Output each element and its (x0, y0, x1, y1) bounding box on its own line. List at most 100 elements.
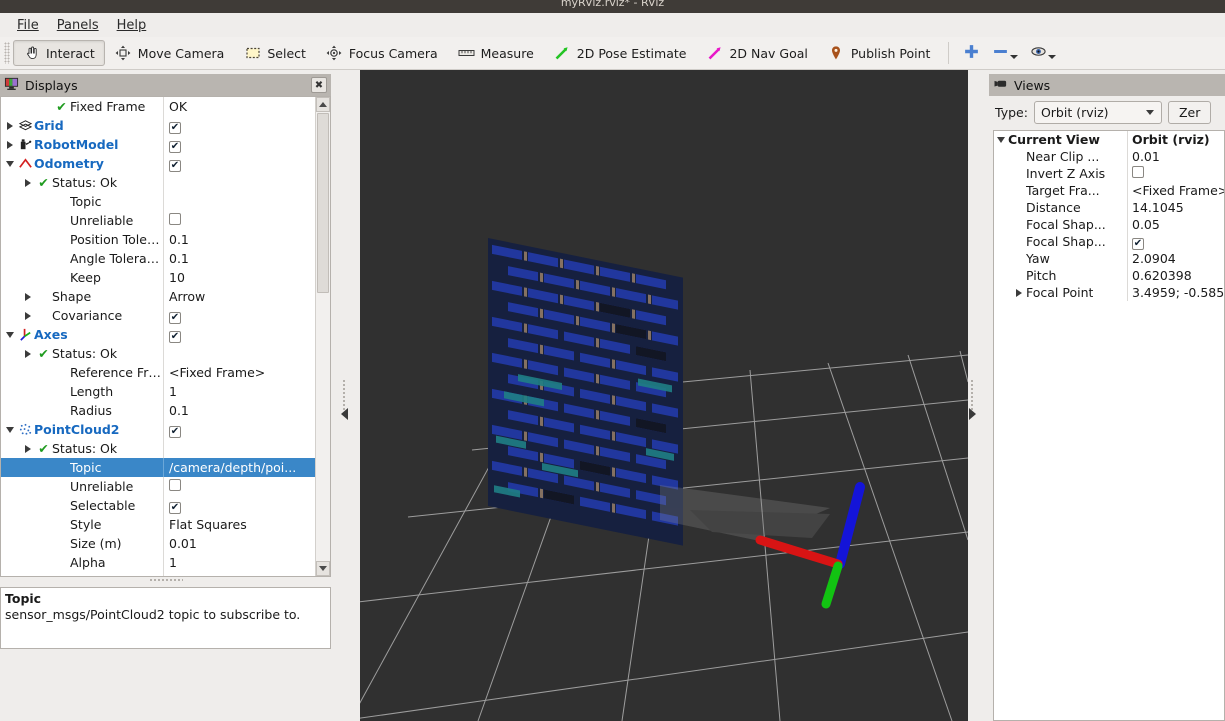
property-value[interactable]: 1 (163, 553, 315, 572)
tool-2d-nav-goal[interactable]: 2D Nav Goal (696, 40, 817, 66)
property-name-cell[interactable]: Decay Time (1, 572, 163, 576)
displays-tree-row[interactable]: Angle Tolerance 0.1 (1, 249, 315, 268)
property-value[interactable] (163, 173, 315, 192)
views-tree-row[interactable]: Target Fra... <Fixed Frame> (994, 182, 1224, 199)
property-value[interactable] (163, 496, 315, 515)
property-value[interactable]: 0.1 (163, 230, 315, 249)
twisty-right-icon[interactable] (21, 444, 35, 453)
property-value[interactable] (163, 306, 315, 325)
displays-tree-row[interactable]: ✔ Status: Ok (1, 439, 315, 458)
property-name-cell[interactable]: Unreliable (1, 477, 163, 496)
visibility-dropdown-arrow[interactable] (1048, 55, 1057, 59)
property-value[interactable]: 10 (163, 268, 315, 287)
toolbar-grip[interactable] (4, 42, 10, 64)
menu-panels[interactable]: Panels (48, 16, 108, 35)
property-value[interactable] (163, 420, 315, 439)
displays-tree-row[interactable]: Unreliable (1, 211, 315, 230)
property-value[interactable]: 0.1 (163, 249, 315, 268)
property-value[interactable]: 0.05 (1127, 216, 1224, 233)
property-name-cell[interactable]: ✔ Fixed Frame (1, 97, 163, 116)
property-name-cell[interactable]: Focal Shap... (994, 233, 1127, 250)
property-value[interactable] (163, 477, 315, 496)
checkbox-checked[interactable] (169, 141, 181, 153)
property-name-cell[interactable]: Unreliable (1, 211, 163, 230)
property-name-cell[interactable]: Keep (1, 268, 163, 287)
property-value[interactable]: 0 (163, 572, 315, 576)
twisty-down-icon[interactable] (3, 331, 17, 338)
views-tree-row[interactable]: Pitch 0.620398 (994, 267, 1224, 284)
property-value[interactable] (1127, 233, 1224, 250)
displays-tree-row[interactable]: Length 1 (1, 382, 315, 401)
property-value[interactable]: OK (163, 97, 315, 116)
displays-tree-row[interactable]: Topic (1, 192, 315, 211)
views-tree-row[interactable]: Focal Point 3.4959; -0.585 (994, 284, 1224, 301)
displays-tree-row[interactable]: Decay Time 0 (1, 572, 315, 576)
property-name-cell[interactable]: Pitch (994, 267, 1127, 284)
checkbox-checked[interactable] (169, 426, 181, 438)
scrollbar-thumb[interactable] (317, 113, 329, 293)
property-name-cell[interactable]: ✔ Status: Ok (1, 344, 163, 363)
displays-tree-row[interactable]: Grid (1, 116, 315, 135)
zero-button[interactable]: Zer (1167, 101, 1212, 124)
property-value[interactable]: /camera/depth/poi... (163, 458, 315, 477)
property-value[interactable]: 1 (163, 382, 315, 401)
twisty-down-icon[interactable] (3, 426, 17, 433)
property-value[interactable]: 0.01 (1127, 148, 1224, 165)
property-name-cell[interactable]: Odometry (1, 154, 163, 173)
tool-publish-point[interactable]: Publish Point (818, 40, 941, 66)
property-value[interactable]: <Fixed Frame> (1127, 182, 1224, 199)
twisty-right-icon[interactable] (21, 178, 35, 187)
left-splitter[interactable] (340, 70, 348, 721)
property-value[interactable]: 0.01 (163, 534, 315, 553)
property-value[interactable] (163, 116, 315, 135)
property-name-cell[interactable]: Length (1, 382, 163, 401)
view-type-select[interactable]: Orbit (rviz) (1033, 101, 1162, 124)
property-value[interactable]: <Fixed Frame> (163, 363, 315, 382)
twisty-right-icon[interactable] (21, 292, 35, 301)
twisty-down-icon[interactable] (3, 160, 17, 167)
twisty-right-icon[interactable] (3, 121, 17, 130)
property-name-cell[interactable]: Target Fra... (994, 182, 1127, 199)
property-value[interactable] (163, 439, 315, 458)
displays-tree-row[interactable]: PointCloud2 (1, 420, 315, 439)
tool-interact[interactable]: Interact (13, 40, 105, 66)
displays-tree-row[interactable]: Position Tolera... 0.1 (1, 230, 315, 249)
property-value[interactable] (163, 325, 315, 344)
tool-move-camera[interactable]: Move Camera (105, 40, 235, 66)
property-value[interactable]: 3.4959; -0.585 (1127, 284, 1224, 301)
views-tree-row[interactable]: Focal Shap... (994, 233, 1224, 250)
scroll-up-button[interactable] (316, 97, 330, 112)
checkbox-checked[interactable] (169, 160, 181, 172)
property-name-cell[interactable]: Covariance (1, 306, 163, 325)
property-name-cell[interactable]: Topic (1, 192, 163, 211)
checkbox-checked[interactable] (169, 502, 181, 514)
twisty-right-icon[interactable] (3, 140, 17, 149)
property-name-cell[interactable]: Near Clip ... (994, 148, 1127, 165)
displays-tree-row[interactable]: Style Flat Squares (1, 515, 315, 534)
displays-tree-row[interactable]: Topic/camera/depth/poi... (1, 458, 315, 477)
tool-measure[interactable]: Measure (448, 40, 544, 66)
property-name-cell[interactable]: Topic (1, 458, 163, 477)
property-value[interactable]: Flat Squares (163, 515, 315, 534)
property-value[interactable]: 14.1045 (1127, 199, 1224, 216)
twisty-right-icon[interactable] (21, 349, 35, 358)
property-name-cell[interactable]: Shape (1, 287, 163, 306)
property-name-cell[interactable]: Current View (994, 131, 1127, 148)
tool-2d-pose-estimate[interactable]: 2D Pose Estimate (544, 40, 697, 66)
property-value[interactable] (163, 192, 315, 211)
menu-help[interactable]: Help (108, 16, 156, 35)
displays-tree-row[interactable]: Reference Frame<Fixed Frame> (1, 363, 315, 382)
checkbox-unchecked[interactable] (169, 213, 181, 225)
property-name-cell[interactable]: Focal Shap... (994, 216, 1127, 233)
checkbox-checked[interactable] (1132, 238, 1144, 250)
property-name-cell[interactable]: ✔ Status: Ok (1, 439, 163, 458)
add-tool-button[interactable] (957, 43, 986, 63)
property-value[interactable] (163, 344, 315, 363)
property-value[interactable]: 0.620398 (1127, 267, 1224, 284)
property-name-cell[interactable]: RobotModel (1, 135, 163, 154)
views-tree-row[interactable]: Focal Shap... 0.05 (994, 216, 1224, 233)
views-tree[interactable]: Current View Orbit (rviz) Near Clip ... 0.0… (993, 130, 1225, 721)
property-name-cell[interactable]: Grid (1, 116, 163, 135)
displays-tree-row[interactable]: Covariance (1, 306, 315, 325)
displays-tree-row[interactable]: Selectable (1, 496, 315, 515)
